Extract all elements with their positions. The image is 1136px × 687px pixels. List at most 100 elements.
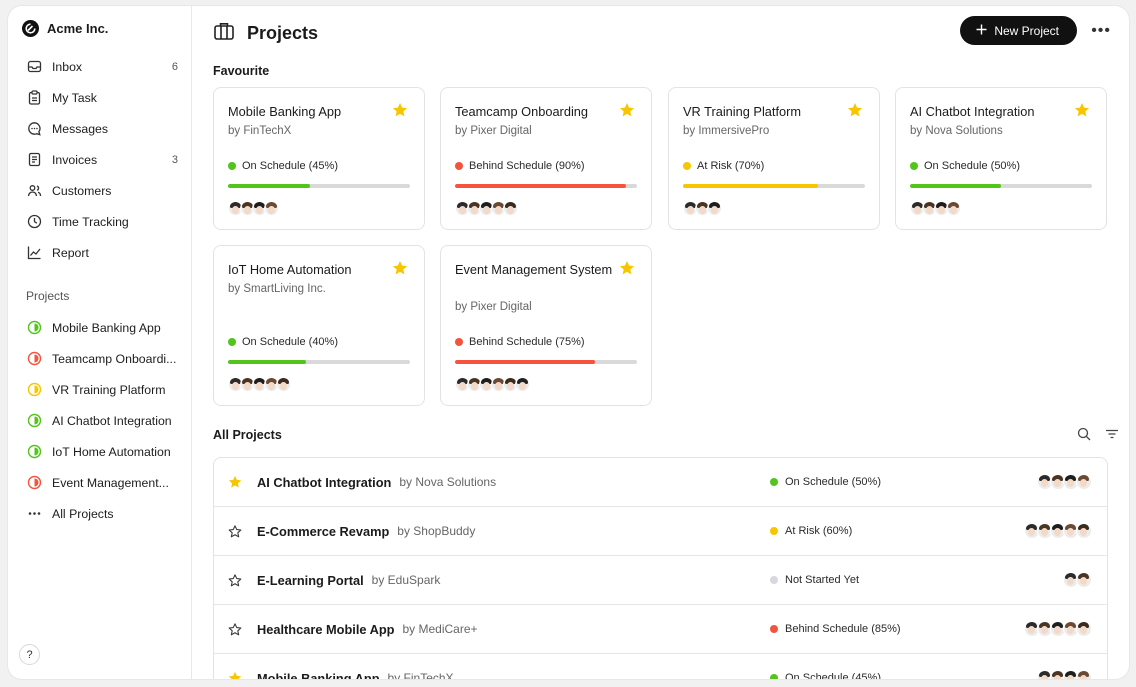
more-dots-icon [26, 506, 42, 522]
table-row[interactable]: Mobile Banking App by FinTechX On Schedule… [214, 654, 1107, 679]
card-team-avatars[interactable] [910, 201, 961, 216]
row-team-avatars[interactable] [1024, 523, 1092, 539]
favourite-project-card[interactable]: VR Training Platform by ImmersivePro At Ri… [668, 87, 880, 230]
nav-item-customers[interactable]: Customers [8, 175, 192, 206]
star-filled-icon[interactable] [847, 102, 863, 123]
table-row[interactable]: Healthcare Mobile App by MediCare+ Behind … [214, 605, 1107, 654]
card-status: On Schedule (45%) [228, 160, 338, 172]
table-row[interactable]: E-Commerce Revamp by ShopBuddy At Risk (60… [214, 507, 1107, 556]
avatar [1076, 621, 1092, 637]
card-team-avatars[interactable] [683, 201, 722, 216]
nav-item-messages[interactable]: Messages [8, 113, 192, 144]
row-project-owner: by FinTechX [387, 671, 454, 679]
card-status-label: Behind Schedule (75%) [469, 336, 585, 348]
card-team-avatars[interactable] [455, 201, 518, 216]
all-projects-heading: All Projects [213, 428, 282, 442]
card-status-label: Behind Schedule (90%) [469, 160, 585, 172]
progress-bar-fill [455, 360, 596, 364]
progress-bar [455, 184, 637, 188]
nav-item-label: Invoices [52, 152, 98, 167]
card-status: Behind Schedule (75%) [455, 336, 585, 348]
main-content: Projects New Project ••• Favourite Mobil… [193, 6, 1129, 679]
favourite-project-card[interactable]: AI Chatbot Integration by Nova Solutions O… [895, 87, 1107, 230]
row-project-owner: by EduSpark [371, 573, 441, 587]
favourite-project-card[interactable]: IoT Home Automation by SmartLiving Inc. On… [213, 245, 425, 406]
nav-item-time-tracking[interactable]: Time Tracking [8, 206, 192, 237]
table-row[interactable]: AI Chatbot Integration by Nova Solutions O… [214, 458, 1107, 507]
row-status-label: On Schedule (45%) [785, 672, 881, 679]
inbox-icon [26, 59, 42, 75]
row-team-avatars[interactable] [1037, 670, 1092, 679]
avatar [946, 201, 961, 216]
card-team-avatars[interactable] [455, 377, 530, 392]
nav-item-inbox[interactable]: Inbox 6 [8, 51, 192, 82]
briefcase-icon [213, 20, 235, 47]
row-project-name: E-Learning Portal [257, 572, 364, 588]
status-dot [228, 162, 236, 170]
sidebar-project-label: All Projects [52, 506, 114, 521]
sidebar-project-label: AI Chatbot Integration [52, 413, 172, 428]
row-team-avatars[interactable] [1037, 474, 1092, 490]
avatar [1076, 572, 1092, 588]
nav-item-count: 6 [171, 60, 178, 73]
row-status-label: Behind Schedule (85%) [785, 623, 901, 635]
star-filled-icon[interactable] [392, 102, 408, 123]
row-status: On Schedule (45%) [770, 672, 881, 679]
star-filled-icon[interactable] [619, 102, 635, 123]
project-progress-icon [26, 382, 42, 398]
clipboard-icon [26, 90, 42, 106]
row-team-avatars[interactable] [1024, 621, 1092, 637]
sidebar-project-item[interactable]: IoT Home Automation [8, 436, 192, 467]
projects-nav: Mobile Banking App Teamcamp Onboardi... VR… [8, 312, 192, 529]
sidebar-project-item[interactable]: Event Management... [8, 467, 192, 498]
card-project-owner: by Nova Solutions [910, 125, 1003, 137]
card-team-avatars[interactable] [228, 201, 279, 216]
progress-bar [683, 184, 865, 188]
status-dot [683, 162, 691, 170]
nav-item-my-task[interactable]: My Task [8, 82, 192, 113]
filter-icon[interactable] [1105, 427, 1119, 446]
sidebar-project-item[interactable]: All Projects [8, 498, 192, 529]
star-filled-icon[interactable] [619, 260, 635, 281]
row-status-label: Not Started Yet [785, 574, 859, 586]
star-filled-icon[interactable] [228, 670, 242, 679]
card-status-label: On Schedule (40%) [242, 336, 338, 348]
favourite-project-card[interactable]: Teamcamp Onboarding by Pixer Digital Behin… [440, 87, 652, 230]
sidebar-project-item[interactable]: AI Chatbot Integration [8, 405, 192, 436]
status-dot [770, 478, 778, 486]
star-filled-icon[interactable] [392, 260, 408, 281]
star-filled-icon[interactable] [228, 474, 242, 490]
nav-item-invoices[interactable]: Invoices 3 [8, 144, 192, 175]
row-project-name: AI Chatbot Integration [257, 474, 392, 490]
table-row[interactable]: E-Learning Portal by EduSpark Not Started … [214, 556, 1107, 605]
star-outline-icon[interactable] [228, 573, 242, 588]
progress-bar-fill [228, 360, 307, 364]
card-team-avatars[interactable] [228, 377, 291, 392]
more-options-icon[interactable]: ••• [1091, 22, 1111, 40]
star-outline-icon[interactable] [228, 622, 242, 637]
nav-item-report[interactable]: Report [8, 237, 192, 268]
sidebar-project-item[interactable]: Teamcamp Onboardi... [8, 343, 192, 374]
sidebar-project-item[interactable]: VR Training Platform [8, 374, 192, 405]
new-project-button[interactable]: New Project [960, 16, 1077, 45]
workspace-switcher[interactable]: Acme Inc. [22, 20, 108, 37]
star-outline-icon[interactable] [228, 524, 242, 539]
progress-bar-fill [455, 184, 627, 188]
row-status-label: On Schedule (50%) [785, 476, 881, 488]
favourite-project-card[interactable]: Mobile Banking App by FinTechX On Schedule… [213, 87, 425, 230]
table-tools [1077, 427, 1119, 446]
help-button[interactable]: ? [19, 644, 40, 665]
sidebar-project-item[interactable]: Mobile Banking App [8, 312, 192, 343]
row-team-avatars[interactable] [1063, 572, 1092, 588]
card-status: At Risk (70%) [683, 160, 764, 172]
card-status-label: On Schedule (45%) [242, 160, 338, 172]
favourite-project-card[interactable]: Event Management System by Pixer Digital B… [440, 245, 652, 406]
page-header: Projects New Project ••• [213, 16, 1129, 48]
card-project-owner: by ImmersivePro [683, 125, 770, 137]
star-filled-icon[interactable] [1074, 102, 1090, 123]
plus-icon [976, 24, 987, 38]
search-icon[interactable] [1077, 427, 1091, 446]
new-project-label: New Project [994, 23, 1059, 38]
project-progress-icon [26, 320, 42, 336]
document-icon [26, 152, 42, 168]
